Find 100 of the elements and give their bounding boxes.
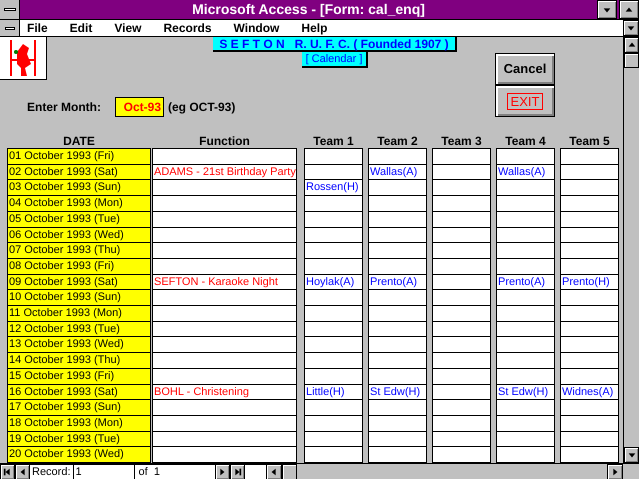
team-cell[interactable]	[368, 414, 427, 432]
team-cell[interactable]	[368, 446, 427, 463]
function-cell[interactable]	[152, 414, 297, 432]
team-cell[interactable]	[496, 399, 555, 416]
team-cell[interactable]	[496, 368, 555, 385]
document-menu-icon[interactable]	[0, 20, 20, 36]
restore-button[interactable]	[619, 0, 639, 19]
team-cell[interactable]	[304, 352, 363, 369]
team-cell[interactable]	[304, 148, 363, 165]
team-cell[interactable]	[432, 289, 491, 306]
function-cell[interactable]	[152, 352, 297, 369]
vertical-scrollbar[interactable]	[623, 37, 639, 463]
scroll-right-button[interactable]	[607, 464, 623, 479]
team-cell[interactable]	[304, 258, 363, 275]
date-cell[interactable]: 15 October 1993 (Fri)	[7, 368, 151, 385]
team-cell[interactable]	[496, 242, 555, 259]
team-cell[interactable]	[496, 258, 555, 275]
team-cell[interactable]	[432, 179, 491, 196]
function-cell[interactable]	[152, 336, 297, 354]
menu-item[interactable]: Window	[234, 19, 280, 37]
team-cell[interactable]	[304, 368, 363, 385]
cancel-button[interactable]: Cancel	[495, 53, 555, 85]
function-cell[interactable]	[152, 368, 297, 385]
team-cell[interactable]	[368, 336, 427, 354]
date-cell[interactable]: 01 October 1993 (Fri)	[7, 148, 151, 165]
team-cell[interactable]	[368, 368, 427, 385]
team-cell[interactable]	[304, 195, 363, 212]
team-cell[interactable]	[368, 148, 427, 165]
team-cell[interactable]	[432, 414, 491, 432]
team-cell[interactable]	[432, 258, 491, 275]
team-cell[interactable]	[368, 242, 427, 259]
team-cell[interactable]	[496, 210, 555, 228]
team-cell[interactable]	[304, 414, 363, 432]
last-record-button[interactable]	[230, 464, 245, 479]
month-field[interactable]: Oct-93	[115, 97, 164, 117]
date-cell[interactable]: 08 October 1993 (Fri)	[7, 258, 151, 275]
date-cell[interactable]: 14 October 1993 (Thu)	[7, 352, 151, 369]
team-cell[interactable]	[304, 210, 363, 228]
team-cell[interactable]	[560, 336, 619, 354]
team-cell[interactable]	[560, 195, 619, 212]
date-cell[interactable]: 13 October 1993 (Wed)	[7, 336, 151, 354]
team-cell[interactable]	[496, 336, 555, 354]
function-cell[interactable]	[152, 242, 297, 259]
team-cell[interactable]	[560, 368, 619, 385]
team-cell[interactable]	[560, 399, 619, 416]
team-cell[interactable]	[496, 179, 555, 196]
function-cell[interactable]	[152, 195, 297, 212]
previous-record-button[interactable]	[15, 464, 30, 479]
team-cell[interactable]	[432, 305, 491, 322]
team-cell[interactable]	[304, 399, 363, 416]
horizontal-scrollbar[interactable]	[266, 464, 623, 479]
team-cell[interactable]	[496, 352, 555, 369]
team-cell[interactable]	[432, 148, 491, 165]
team-cell[interactable]	[432, 242, 491, 259]
menu-item[interactable]: File	[27, 19, 48, 37]
date-cell[interactable]: 11 October 1993 (Mon)	[7, 305, 151, 322]
team-cell[interactable]	[560, 289, 619, 306]
scroll-left-button[interactable]	[266, 464, 282, 479]
team-cell[interactable]	[560, 305, 619, 322]
menu-item[interactable]: Edit	[70, 19, 92, 37]
scroll-thumb[interactable]	[624, 53, 639, 68]
date-cell[interactable]: 04 October 1993 (Mon)	[7, 195, 151, 212]
team-cell[interactable]: Rossen(H)	[304, 179, 363, 196]
date-cell[interactable]: 20 October 1993 (Wed)	[7, 446, 151, 463]
next-record-button[interactable]	[214, 464, 230, 479]
date-cell[interactable]: 10 October 1993 (Sun)	[7, 289, 151, 306]
team-cell[interactable]	[368, 258, 427, 275]
menu-item[interactable]: Help	[301, 19, 328, 37]
menu-item[interactable]: View	[114, 19, 142, 37]
team-cell[interactable]	[304, 305, 363, 322]
team-cell[interactable]	[304, 336, 363, 354]
team-cell[interactable]	[432, 368, 491, 385]
team-cell[interactable]	[560, 179, 619, 196]
team-cell[interactable]	[560, 414, 619, 432]
team-cell[interactable]	[368, 399, 427, 416]
team-cell[interactable]	[368, 179, 427, 196]
team-cell[interactable]	[432, 336, 491, 354]
menu-item[interactable]: Records	[163, 19, 212, 37]
team-cell[interactable]	[432, 195, 491, 212]
team-cell[interactable]	[496, 195, 555, 212]
function-cell[interactable]	[152, 305, 297, 322]
scroll-thumb[interactable]	[282, 464, 297, 479]
function-cell[interactable]	[152, 289, 297, 306]
team-cell[interactable]	[368, 305, 427, 322]
record-field[interactable]: 1	[72, 464, 135, 479]
date-cell[interactable]: 17 October 1993 (Sun)	[7, 399, 151, 416]
function-cell[interactable]	[152, 258, 297, 275]
team-cell[interactable]	[432, 352, 491, 369]
date-cell[interactable]: 05 October 1993 (Tue)	[7, 210, 151, 228]
minimize-button[interactable]	[597, 0, 617, 19]
system-menu-icon[interactable]	[0, 0, 20, 19]
date-cell[interactable]: 03 October 1993 (Sun)	[7, 179, 151, 196]
team-cell[interactable]	[496, 148, 555, 165]
team-cell[interactable]	[560, 210, 619, 228]
date-cell[interactable]: 07 October 1993 (Thu)	[7, 242, 151, 259]
restore-button[interactable]	[623, 20, 639, 36]
team-cell[interactable]	[560, 352, 619, 369]
team-cell[interactable]	[560, 242, 619, 259]
team-cell[interactable]	[496, 414, 555, 432]
team-cell[interactable]	[368, 210, 427, 228]
